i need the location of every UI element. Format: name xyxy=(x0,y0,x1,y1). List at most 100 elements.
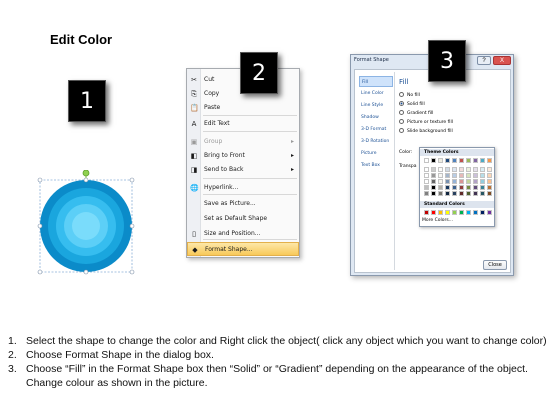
color-swatch-button[interactable] xyxy=(431,191,436,196)
color-swatch-button[interactable] xyxy=(459,210,464,215)
color-swatch-button[interactable] xyxy=(480,173,485,178)
color-swatch-button[interactable] xyxy=(466,158,471,163)
color-swatch-button[interactable] xyxy=(424,179,429,184)
context-menu-item[interactable]: ◨ Send to Back ▸ xyxy=(187,163,299,177)
color-swatch-button[interactable] xyxy=(445,173,450,178)
fill-option-radio[interactable]: Picture or texture fill xyxy=(399,119,499,127)
color-swatch-button[interactable] xyxy=(466,179,471,184)
dialog-nav-item[interactable]: 3-D Rotation xyxy=(359,136,393,147)
selected-circle-shape[interactable] xyxy=(36,170,136,276)
color-swatch-button[interactable] xyxy=(431,173,436,178)
color-swatch-button[interactable] xyxy=(466,167,471,172)
fill-option-radio[interactable]: Solid fill xyxy=(399,101,499,109)
help-button[interactable]: ? xyxy=(477,56,491,65)
dialog-nav-item[interactable]: Text Box xyxy=(359,160,393,171)
color-swatch-button[interactable] xyxy=(452,167,457,172)
color-swatch-button[interactable] xyxy=(487,173,492,178)
context-menu-item[interactable]: ◧ Bring to Front ▸ xyxy=(187,149,299,163)
context-menu-item[interactable]: Save as Picture... xyxy=(187,197,299,211)
dialog-nav-item[interactable]: Line Color xyxy=(359,88,393,99)
dialog-nav-item[interactable]: Shadow xyxy=(359,112,393,123)
color-swatch-button[interactable] xyxy=(487,191,492,196)
color-swatch-button[interactable] xyxy=(438,173,443,178)
color-swatch-button[interactable] xyxy=(473,179,478,184)
fill-option-radio[interactable]: Slide background fill xyxy=(399,128,499,136)
color-swatch-button[interactable] xyxy=(452,179,457,184)
color-swatch-button[interactable] xyxy=(473,158,478,163)
color-swatch-button[interactable] xyxy=(431,179,436,184)
context-menu-item[interactable]: ◆ Format Shape... xyxy=(187,242,299,256)
color-swatch-button[interactable] xyxy=(473,173,478,178)
color-swatch-button[interactable] xyxy=(459,167,464,172)
more-colors-link[interactable]: More Colors... xyxy=(422,218,453,223)
context-menu-item[interactable]: 🌐 Hyperlink... xyxy=(187,181,299,195)
color-swatch-button[interactable] xyxy=(452,191,457,196)
color-swatch-button[interactable] xyxy=(487,185,492,190)
context-menu-item[interactable]: A Edit Text xyxy=(187,117,299,131)
color-swatch-button[interactable] xyxy=(473,185,478,190)
color-swatch-button[interactable] xyxy=(445,167,450,172)
color-swatch-button[interactable] xyxy=(424,191,429,196)
context-menu: ✂ Cut ⎘ Copy 📋 Paste A Edit Text ▣ Group ▸ ◧ Bring t… xyxy=(186,68,300,258)
color-swatch-button[interactable] xyxy=(487,158,492,163)
context-menu-item[interactable]: Set as Default Shape xyxy=(187,212,299,226)
color-swatch-button[interactable] xyxy=(452,173,457,178)
context-menu-item[interactable]: ▣ Group ▸ xyxy=(187,135,299,149)
color-swatch-button[interactable] xyxy=(438,185,443,190)
fill-option-radio[interactable]: No fill xyxy=(399,92,499,100)
color-swatch-button[interactable] xyxy=(431,167,436,172)
color-swatch-button[interactable] xyxy=(424,173,429,178)
color-swatch-button[interactable] xyxy=(459,185,464,190)
color-swatch-button[interactable] xyxy=(424,210,429,215)
color-swatch-button[interactable] xyxy=(445,191,450,196)
fill-option-label: No fill xyxy=(407,93,420,98)
context-menu-item[interactable]: 📋 Paste xyxy=(187,101,299,115)
color-swatch-button[interactable] xyxy=(473,191,478,196)
close-window-button[interactable]: X xyxy=(493,56,511,65)
color-swatch-button[interactable] xyxy=(459,158,464,163)
color-swatch-button[interactable] xyxy=(466,210,471,215)
color-swatch-button[interactable] xyxy=(438,167,443,172)
color-swatch-button[interactable] xyxy=(438,210,443,215)
color-swatch-button[interactable] xyxy=(459,191,464,196)
dialog-nav-item[interactable]: Line Style xyxy=(359,100,393,111)
dialog-nav-item[interactable]: Fill xyxy=(359,76,393,87)
color-swatch-button[interactable] xyxy=(431,158,436,163)
color-swatch-button[interactable] xyxy=(445,158,450,163)
color-swatch-button[interactable] xyxy=(487,179,492,184)
color-swatch-button[interactable] xyxy=(480,179,485,184)
color-swatch-button[interactable] xyxy=(480,185,485,190)
color-swatch-button[interactable] xyxy=(445,185,450,190)
color-swatch-button[interactable] xyxy=(480,210,485,215)
dialog-nav-item[interactable]: 3-D Format xyxy=(359,124,393,135)
color-swatch-button[interactable] xyxy=(445,210,450,215)
color-swatch-button[interactable] xyxy=(452,210,457,215)
color-swatch-button[interactable] xyxy=(473,210,478,215)
color-swatch-button[interactable] xyxy=(480,191,485,196)
color-swatch-button[interactable] xyxy=(424,185,429,190)
color-swatch-button[interactable] xyxy=(487,167,492,172)
color-swatch-button[interactable] xyxy=(480,167,485,172)
color-swatch-button[interactable] xyxy=(466,185,471,190)
color-swatch-button[interactable] xyxy=(452,158,457,163)
color-swatch-button[interactable] xyxy=(424,158,429,163)
close-button[interactable]: Close xyxy=(483,260,507,270)
color-swatch-button[interactable] xyxy=(459,173,464,178)
color-swatch-button[interactable] xyxy=(445,179,450,184)
color-swatch-button[interactable] xyxy=(438,158,443,163)
color-swatch-button[interactable] xyxy=(480,158,485,163)
color-swatch-button[interactable] xyxy=(431,210,436,215)
color-swatch-button[interactable] xyxy=(452,185,457,190)
fill-option-radio[interactable]: Gradient fill xyxy=(399,110,499,118)
dialog-nav-item[interactable]: Picture xyxy=(359,148,393,159)
color-swatch-button[interactable] xyxy=(466,173,471,178)
color-swatch-button[interactable] xyxy=(438,191,443,196)
color-swatch-button[interactable] xyxy=(459,179,464,184)
color-swatch-button[interactable] xyxy=(466,191,471,196)
color-swatch-button[interactable] xyxy=(431,185,436,190)
color-swatch-button[interactable] xyxy=(473,167,478,172)
step-number: 3. xyxy=(8,363,17,375)
color-swatch-button[interactable] xyxy=(487,210,492,215)
color-swatch-button[interactable] xyxy=(438,179,443,184)
color-swatch-button[interactable] xyxy=(424,167,429,172)
